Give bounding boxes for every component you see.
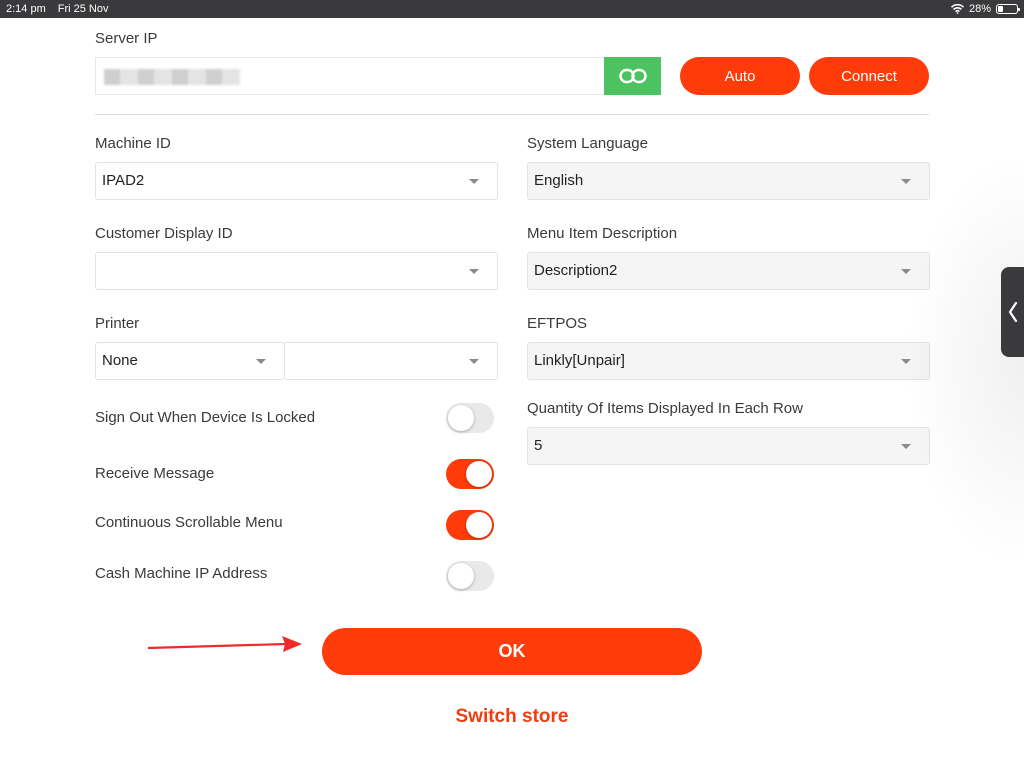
ok-button[interactable]: OK <box>322 628 702 675</box>
menu-item-description-select[interactable]: Description2 <box>527 252 930 290</box>
eftpos-select[interactable]: Linkly[Unpair] <box>527 342 930 380</box>
server-ip-redacted <box>104 69 240 85</box>
customer-display-id-select[interactable] <box>95 252 498 290</box>
wifi-icon <box>950 4 964 14</box>
system-language-select[interactable]: English <box>527 162 930 200</box>
machine-id-select[interactable]: IPAD2 <box>95 162 498 200</box>
quantity-per-row-value: 5 <box>534 437 543 454</box>
continuous-menu-toggle[interactable] <box>446 510 494 540</box>
server-ip-input[interactable] <box>95 57 605 95</box>
printer-value: None <box>102 352 138 369</box>
toggle-knob <box>466 512 492 538</box>
cash-machine-ip-label: Cash Machine IP Address <box>95 565 268 582</box>
machine-id-value: IPAD2 <box>102 172 145 189</box>
menu-item-description-value: Description2 <box>534 262 618 279</box>
cash-machine-ip-toggle[interactable] <box>446 561 494 591</box>
receive-message-toggle[interactable] <box>446 459 494 489</box>
toggle-knob <box>448 405 474 431</box>
link-icon <box>618 68 647 84</box>
menu-item-description-label: Menu Item Description <box>527 225 678 242</box>
receive-message-label: Receive Message <box>95 465 215 482</box>
status-time: 2:14 pm <box>6 3 46 15</box>
battery-fill <box>998 6 1004 12</box>
status-right: 28% <box>950 3 1020 15</box>
system-language-value: English <box>534 172 584 189</box>
side-drawer-handle[interactable] <box>1001 267 1024 357</box>
status-bar: 2:14 pm Fri 25 Nov 28% <box>0 0 1024 18</box>
annotation-arrow-icon <box>147 636 302 652</box>
quantity-per-row-select[interactable]: 5 <box>527 427 930 465</box>
machine-id-label: Machine ID <box>95 135 171 152</box>
eftpos-label: EFTPOS <box>527 315 588 332</box>
toggle-knob <box>448 563 474 589</box>
quantity-per-row-label: Quantity Of Items Displayed In Each Row <box>527 400 803 417</box>
link-button[interactable] <box>604 57 661 95</box>
battery-percent: 28% <box>968 3 991 15</box>
server-ip-label: Server IP <box>95 30 158 47</box>
switch-store-link[interactable]: Switch store <box>412 706 612 728</box>
eftpos-value: Linkly[Unpair] <box>534 352 625 369</box>
printer-label: Printer <box>95 315 140 332</box>
chevron-left-icon <box>1008 301 1017 323</box>
sign-out-toggle[interactable] <box>446 403 494 433</box>
printer-select[interactable]: None <box>95 342 285 380</box>
side-shadow <box>904 150 1024 570</box>
divider <box>95 114 929 115</box>
status-date: Fri 25 Nov <box>57 3 109 15</box>
system-language-label: System Language <box>527 135 648 152</box>
continuous-menu-label: Continuous Scrollable Menu <box>95 514 283 531</box>
caret-down-icon <box>256 359 266 364</box>
customer-display-id-label: Customer Display ID <box>95 225 233 242</box>
caret-down-icon <box>469 269 479 274</box>
toggle-knob <box>466 461 492 487</box>
caret-down-icon <box>469 179 479 184</box>
connect-button[interactable]: Connect <box>809 57 929 95</box>
printer-secondary-select[interactable] <box>284 342 498 380</box>
caret-down-icon <box>469 359 479 364</box>
auto-button[interactable]: Auto <box>680 57 800 95</box>
battery-icon <box>996 4 1020 14</box>
sign-out-label: Sign Out When Device Is Locked <box>95 409 316 426</box>
